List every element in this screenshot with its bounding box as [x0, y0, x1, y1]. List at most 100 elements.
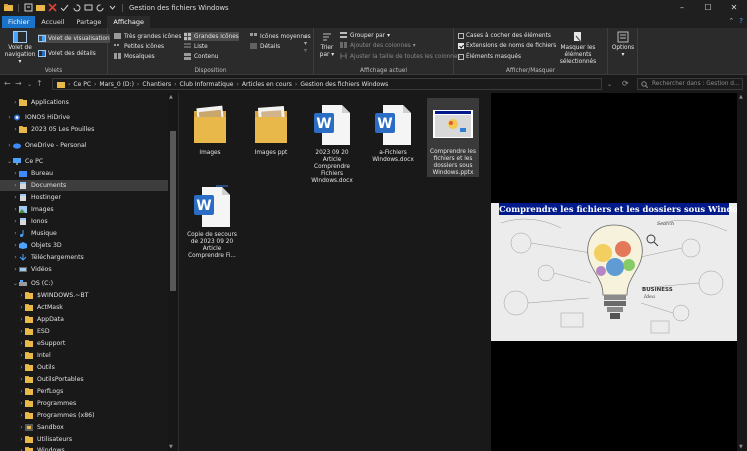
nav-scrollbar[interactable]: ▲ ▼: [168, 93, 178, 451]
hidden-items-checkbox[interactable]: [458, 53, 464, 60]
sidebar-item-applications[interactable]: › Applications: [0, 97, 168, 108]
maximize-button[interactable]: ☐: [695, 0, 721, 15]
item-checkboxes-toggle[interactable]: Cases à cocher des éléments: [458, 31, 551, 40]
chevron-right-icon[interactable]: ›: [18, 364, 25, 371]
chevron-right-icon[interactable]: ›: [18, 316, 25, 323]
chevron-right-icon[interactable]: ›: [6, 142, 13, 149]
forward-arrow-icon[interactable]: →: [15, 79, 22, 88]
breadcrumb-chantiers[interactable]: Chantiers: [142, 81, 171, 88]
address-bar[interactable]: › Ce PC › Mars_0 (D:) › Chantiers › Club…: [52, 78, 602, 90]
recent-locations-icon[interactable]: ⌄: [27, 81, 32, 88]
sidebar-item-windows[interactable]: › Windows: [0, 445, 168, 451]
sidebar-item-vid-os[interactable]: › Vidéos: [0, 264, 168, 275]
layout-content[interactable]: Contenu: [184, 52, 218, 61]
chevron-right-icon[interactable]: ›: [18, 376, 25, 383]
chevron-right-icon[interactable]: ›: [12, 206, 19, 213]
layout-tiles[interactable]: Mosaïques: [114, 52, 155, 61]
scroll-up-icon[interactable]: ▲: [739, 94, 743, 100]
chevron-right-icon[interactable]: ›: [18, 340, 25, 347]
back-arrow-icon[interactable]: ←: [4, 79, 11, 88]
sidebar-item-os-c[interactable]: ⌄ OS (C:): [0, 278, 168, 289]
file-item-article-docx[interactable]: W 2023 09 20 Article Comprendre Fichiers…: [306, 99, 358, 185]
hidden-items-toggle[interactable]: Éléments masqués: [458, 52, 521, 61]
chevron-right-icon[interactable]: ›: [18, 424, 25, 431]
preview-scrollbar[interactable]: ▲ ▼: [737, 93, 747, 451]
collapse-ribbon-icon[interactable]: ⌃: [728, 17, 734, 25]
sidebar-item-ce-pc[interactable]: ⌄ Ce PC: [0, 156, 168, 167]
chevron-right-icon[interactable]: ›: [18, 292, 25, 299]
rename-icon[interactable]: [84, 3, 93, 12]
sidebar-item-appdata[interactable]: › AppData: [0, 314, 168, 325]
sidebar-item-bureau[interactable]: › Bureau: [0, 168, 168, 179]
sidebar-item-2023-05-les-pouilles[interactable]: › 2023 05 Les Pouilles: [0, 124, 168, 135]
scroll-down-icon[interactable]: ▼: [169, 444, 173, 450]
nav-scrollbar-thumb[interactable]: [170, 131, 176, 291]
file-item-comprendre-pptx[interactable]: Comprendre les fichiers et les dossiers …: [427, 98, 479, 177]
chevron-down-icon[interactable]: ⌄: [12, 280, 19, 287]
tab-affichage[interactable]: Affichage: [107, 16, 150, 28]
breadcrumb-club-informatique[interactable]: Club Informatique: [180, 81, 234, 88]
sidebar-item-perflogs[interactable]: › PerfLogs: [0, 386, 168, 397]
layout-large-icons[interactable]: Grandes icônes: [184, 32, 239, 41]
hide-selected-button[interactable]: Masquer les éléments sélectionnés: [550, 31, 606, 66]
sidebar-item-onedrive-personal[interactable]: › OneDrive - Personal: [0, 140, 168, 151]
chevron-right-icon[interactable]: ›: [12, 126, 19, 133]
preview-pane-button[interactable]: Volet de visualisation: [38, 34, 110, 43]
search-box[interactable]: Rechercher dans : Gestion d...: [637, 78, 743, 90]
fit-columns-button[interactable]: Ajuster la taille de toutes les colonnes: [340, 52, 461, 61]
chevron-right-icon[interactable]: ›: [18, 388, 25, 395]
chevron-right-icon[interactable]: ›: [12, 170, 19, 177]
help-icon[interactable]: ?: [739, 17, 743, 25]
sidebar-item-hostinger[interactable]: › Hostinger: [0, 192, 168, 203]
layout-list[interactable]: Liste: [184, 42, 208, 51]
file-item-images-ppt[interactable]: Images ppt: [245, 99, 297, 157]
breadcrumb-ce-pc[interactable]: Ce PC: [73, 81, 91, 88]
file-item-a-fichiers-docx[interactable]: W a-Fichiers Windows.docx: [367, 99, 419, 164]
nav-pane-button[interactable]: Volet de navigation ▾: [3, 31, 37, 66]
layout-small-icons[interactable]: Petites icônes: [114, 42, 164, 51]
chevron-right-icon[interactable]: ›: [12, 242, 19, 249]
sidebar-item-sandbox[interactable]: › Sandbox: [0, 422, 168, 433]
group-by-button[interactable]: Grouper par ▾: [340, 31, 390, 40]
sidebar-item-t-l-chargements[interactable]: › Téléchargements: [0, 252, 168, 263]
chevron-right-icon[interactable]: ›: [12, 230, 19, 237]
sidebar-item-programmes-x86[interactable]: › Programmes (x86): [0, 410, 168, 421]
refresh-icon[interactable]: ⟳: [622, 79, 629, 88]
chevron-right-icon[interactable]: ›: [12, 99, 19, 106]
layout-xl-icons[interactable]: Très grandes icônes: [114, 32, 181, 41]
sidebar-item-intel[interactable]: › Intel: [0, 350, 168, 361]
close-button[interactable]: ✕: [721, 0, 747, 15]
disposition-scroll-icon[interactable]: ▴ ▾ ▿: [304, 33, 307, 54]
sidebar-item-objets-3d[interactable]: › Objets 3D: [0, 240, 168, 251]
options-button[interactable]: Options ▾: [610, 31, 636, 59]
chevron-right-icon[interactable]: ›: [12, 266, 19, 273]
properties-icon[interactable]: [24, 3, 33, 12]
tab-accueil[interactable]: Accueil: [35, 16, 70, 28]
up-arrow-icon[interactable]: ↑: [36, 79, 43, 88]
sidebar-item-ionos[interactable]: › Ionos: [0, 216, 168, 227]
delete-icon[interactable]: [48, 3, 57, 12]
check-icon[interactable]: [60, 3, 69, 12]
sidebar-item-ionos-hidrive[interactable]: › IONOS HiDrive: [0, 112, 168, 123]
sidebar-item-programmes[interactable]: › Programmes: [0, 398, 168, 409]
file-item-copie-docx[interactable]: W Copie de secours de 2023 09 20 Article…: [184, 181, 240, 260]
minimize-button[interactable]: –: [669, 0, 695, 15]
customize-qat-icon[interactable]: [108, 3, 117, 12]
sidebar-item-actmask[interactable]: › ActMask: [0, 302, 168, 313]
sidebar-item-esd[interactable]: › ESD: [0, 326, 168, 337]
sidebar-item-outilsportables[interactable]: › OutilsPortables: [0, 374, 168, 385]
sidebar-item-documents[interactable]: › Documents: [0, 180, 168, 191]
redo-icon[interactable]: [96, 3, 105, 12]
breadcrumb-articles-en-cours[interactable]: Articles en cours: [242, 81, 292, 88]
sidebar-item-outils[interactable]: › Outils: [0, 362, 168, 373]
chevron-right-icon[interactable]: ›: [18, 400, 25, 407]
scroll-down-icon[interactable]: ▼: [739, 444, 743, 450]
breadcrumb-gestion-fichiers[interactable]: Gestion des fichiers Windows: [300, 81, 388, 88]
layout-details[interactable]: Détails: [250, 42, 280, 51]
chevron-right-icon[interactable]: ›: [18, 328, 25, 335]
scroll-up-icon[interactable]: ▲: [169, 94, 173, 100]
sidebar-item-musique[interactable]: › Musique: [0, 228, 168, 239]
sidebar-item-images[interactable]: › Images: [0, 204, 168, 215]
chevron-right-icon[interactable]: ›: [18, 304, 25, 311]
chevron-right-icon[interactable]: ›: [12, 254, 19, 261]
